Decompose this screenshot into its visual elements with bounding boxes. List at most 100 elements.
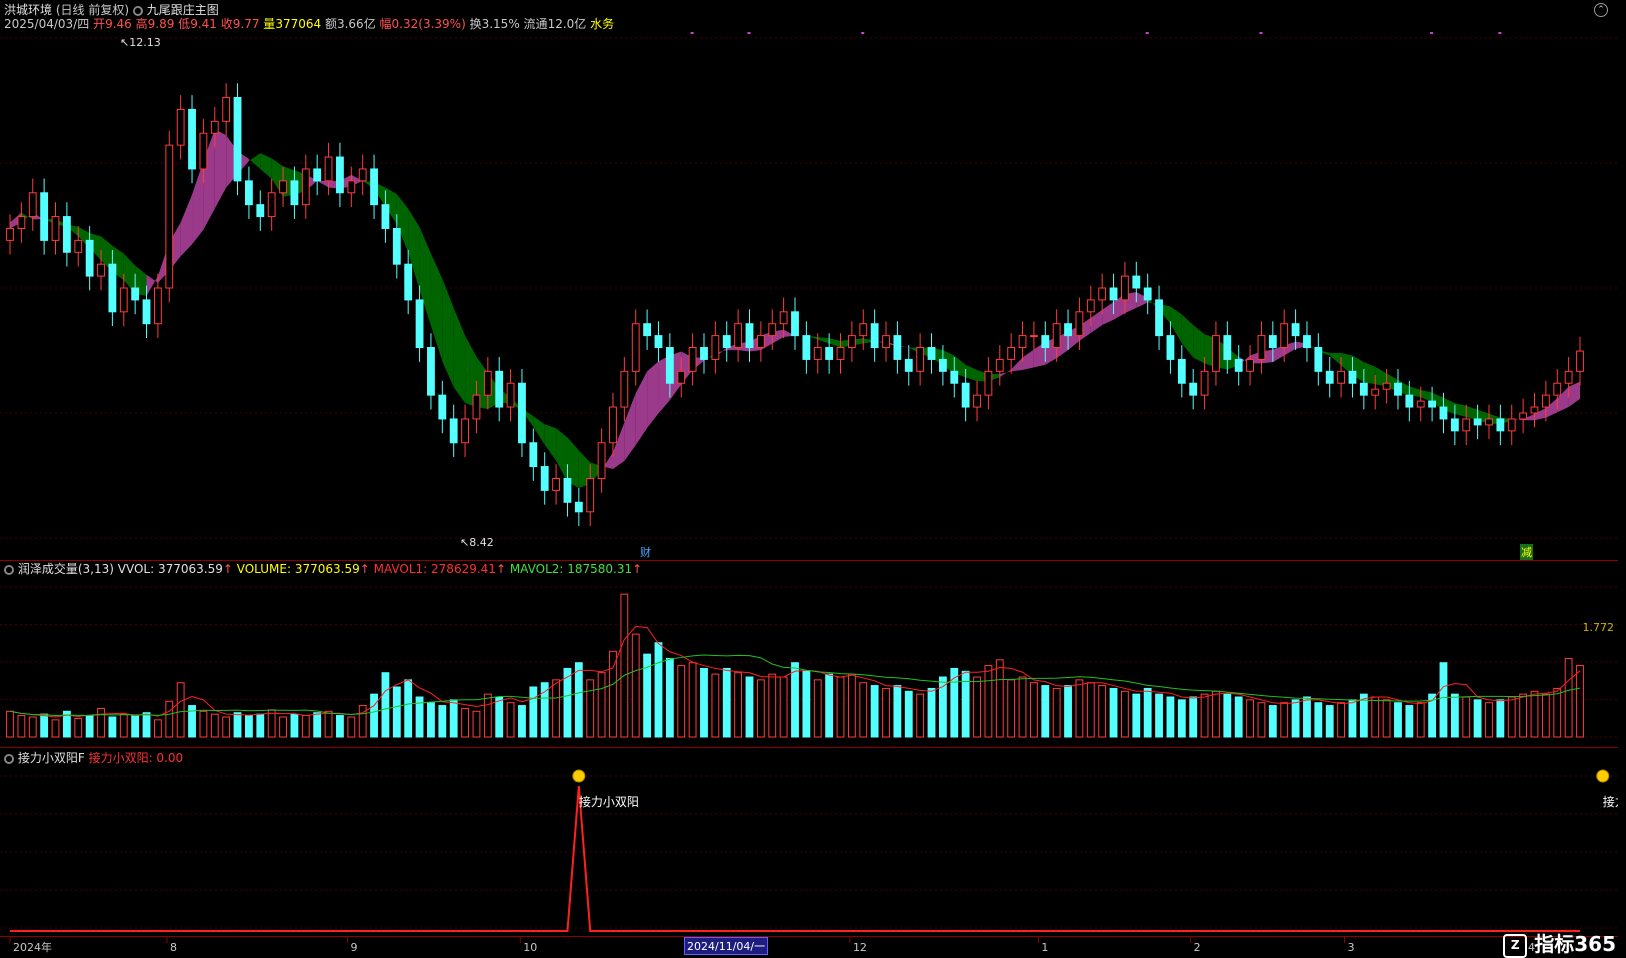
candle-body — [756, 335, 765, 349]
x-tick-label: 1 — [1041, 941, 1048, 954]
quote-line: 2025/04/03/四 开9.46 高9.89 低9.41 收9.77 量37… — [4, 17, 614, 31]
candle-body — [995, 358, 1004, 372]
main-chart-panel[interactable]: ↖12.13 ↖8.42 财 减 — [0, 30, 1618, 561]
volume-bar — [222, 716, 231, 738]
volume-svg — [0, 586, 1618, 738]
volume-bar — [381, 672, 390, 738]
low-label: 低 — [178, 17, 191, 31]
volume-bar — [358, 705, 367, 738]
candle-body — [142, 299, 151, 325]
candle-body — [1177, 358, 1186, 384]
candle-body — [1439, 406, 1448, 420]
jian-badge[interactable]: 减 — [1520, 544, 1533, 560]
watermark: Z 指标365 — [1503, 928, 1616, 958]
low-value: 9.41 — [190, 17, 217, 31]
candle-body — [336, 156, 344, 194]
volume-bar — [1018, 676, 1027, 738]
volume-bar — [336, 715, 344, 738]
volume-bar — [540, 682, 549, 738]
signal-label: 接力小双阳 — [1603, 794, 1618, 809]
volume-bar — [1143, 687, 1152, 738]
candle-body — [688, 347, 697, 372]
candle-body — [563, 477, 572, 503]
collapse-icon[interactable]: ⌃ — [1594, 3, 1608, 17]
volume-bar — [199, 710, 208, 738]
top-dot-marker — [1498, 32, 1502, 34]
x-tick-label: 3 — [1348, 941, 1355, 954]
volume-bar — [825, 673, 834, 738]
trend-ribbon-segment — [442, 278, 454, 388]
candle-body — [176, 108, 185, 146]
volume-bar — [1007, 679, 1016, 738]
candle-body — [449, 418, 458, 444]
volume-bar — [404, 679, 413, 738]
candle-body — [495, 370, 504, 408]
amt-label: 额 — [324, 17, 337, 31]
trend-ribbon-segment — [1329, 352, 1342, 366]
vol-toggle-icon[interactable]: ● — [4, 564, 14, 575]
candle-body — [97, 263, 105, 277]
volume-bar — [847, 673, 856, 738]
volume-bar — [700, 667, 708, 738]
x-tick-label: 12 — [853, 941, 867, 954]
candle-body — [28, 192, 37, 218]
candle-body — [1473, 418, 1482, 426]
candle-body — [358, 168, 367, 182]
volume-bar — [188, 705, 196, 738]
close-value: 9.77 — [232, 17, 260, 31]
trend-ribbon-segment — [829, 338, 841, 348]
candle-body — [210, 120, 219, 134]
trend-ribbon-segment — [1568, 381, 1580, 408]
trend-ribbon-segment — [453, 307, 466, 404]
candle-body — [119, 287, 128, 313]
volume-bar — [893, 685, 902, 738]
indicator-toggle-icon[interactable]: ● — [132, 5, 143, 16]
volume-bar — [153, 719, 162, 738]
cai-badge[interactable]: 财 — [640, 544, 651, 560]
candle-body — [1143, 287, 1152, 301]
candle-body — [324, 156, 333, 182]
volume-bar — [984, 665, 993, 738]
top-dot-marker — [690, 32, 694, 34]
sig-indicator-name[interactable]: 接力小双阳F — [18, 751, 85, 765]
indicator-name[interactable]: 九尾跟庄主图 — [147, 3, 219, 17]
x-axis-svg: 2024年 8 9 10 12 1 2 3 4 — [9, 937, 1535, 954]
candle-body — [1200, 370, 1209, 396]
trend-ribbon-segment — [214, 129, 227, 209]
volume-bar — [28, 716, 37, 738]
candle-body — [540, 466, 549, 491]
sig-toggle-icon[interactable]: ● — [4, 753, 14, 764]
candle-body — [233, 97, 242, 182]
volume-bar — [1155, 693, 1163, 738]
candle-body — [1405, 394, 1414, 408]
sig-header: ● 接力小双阳F 接力小双阳: 0.00 — [4, 751, 183, 765]
sector-tag[interactable]: 水务 — [590, 17, 614, 31]
volume-bar — [1268, 705, 1277, 738]
vol-indicator-name[interactable]: 润泽成交量(3,13) — [18, 562, 114, 576]
mavol1-arrow: ↑ — [495, 562, 506, 576]
stock-name[interactable]: 洪城环境 — [4, 3, 52, 17]
candle-body — [938, 358, 947, 372]
volume-bar — [1109, 687, 1118, 738]
volume-panel[interactable]: 1.772 — [0, 577, 1618, 748]
signal-panel[interactable]: 接力小双阳接力小双阳接力小双阳 — [0, 766, 1618, 934]
candle-body — [1166, 335, 1175, 360]
trend-ribbon-segment — [192, 161, 204, 245]
volume-bar — [654, 642, 663, 738]
smiley-icon — [572, 769, 586, 783]
volume-bar — [973, 676, 981, 738]
candle-body — [1064, 323, 1072, 337]
volume-arrow: ↑ — [359, 562, 370, 576]
candle-body — [586, 477, 595, 513]
volume-bar — [483, 693, 492, 738]
vvol-arrow: ↑ — [222, 562, 233, 576]
candle-body — [1086, 299, 1095, 313]
vol-label: 量 — [263, 17, 276, 31]
top-dot-marker — [1145, 32, 1149, 34]
candle-body — [677, 370, 686, 384]
volume-bar — [119, 713, 128, 738]
volume-bar — [1325, 705, 1334, 738]
close-label: 收 — [220, 17, 233, 31]
candle-body — [62, 216, 71, 253]
volume-bar — [1576, 665, 1584, 738]
